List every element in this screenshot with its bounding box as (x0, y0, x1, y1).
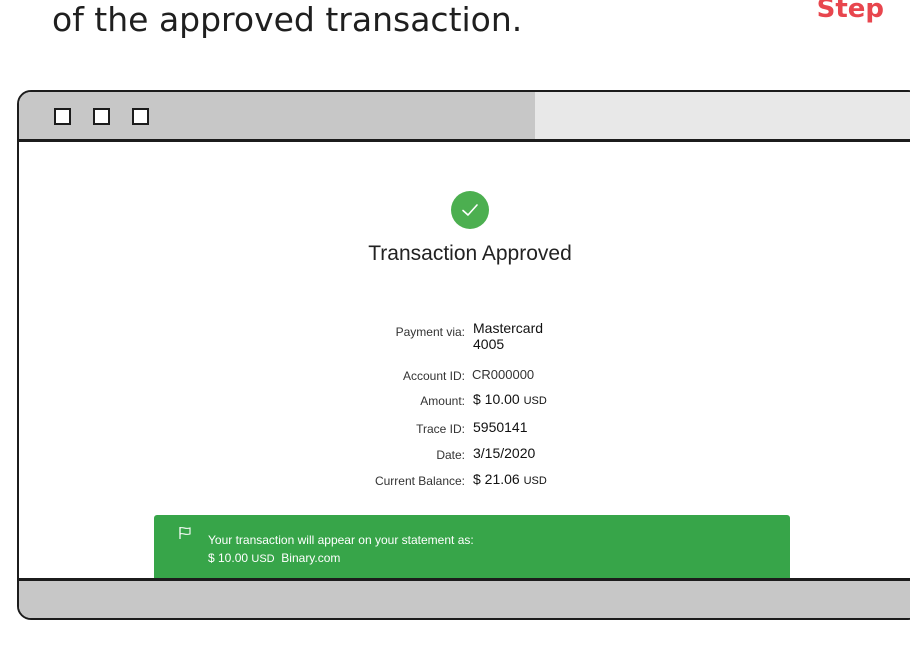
trace-id-value: 5950141 (473, 419, 528, 435)
notice-amount: $ 10.00 (208, 551, 249, 565)
payment-via-value: Mastercard (473, 320, 544, 336)
amount-number: $ 10.00 (473, 391, 520, 407)
balance-number: $ 21.06 (473, 471, 520, 487)
detail-row-account: Account ID: CR000000 (19, 366, 910, 388)
payment-via-label: Payment via: (395, 325, 465, 339)
trace-id-label: Trace ID: (416, 422, 465, 436)
account-id-label: Account ID: (402, 369, 465, 383)
detail-row-amount: Amount: $ 10.00 USD (19, 391, 910, 413)
window-footer (19, 578, 910, 618)
window-close-button[interactable] (132, 108, 149, 125)
notice-currency: USD (251, 553, 275, 565)
balance-label: Current Balance: (374, 474, 465, 488)
flag-icon (178, 526, 192, 545)
detail-row-payment: Payment via: Mastercard 4005 (19, 320, 910, 352)
payment-card-digits: 4005 (473, 336, 505, 352)
window-maximize-button[interactable] (93, 108, 110, 125)
detail-row-balance: Current Balance: $ 21.06 USD (19, 471, 910, 493)
notice-message: Your transaction will appear on your sta… (208, 533, 474, 547)
detail-row-trace: Trace ID: 5950141 (19, 419, 910, 441)
statement-notice: Your transaction will appear on your sta… (154, 515, 790, 584)
window-minimize-button[interactable] (54, 108, 71, 125)
check-circle-icon (451, 191, 489, 229)
page-title: Transaction Approved (368, 242, 572, 265)
amount-label: Amount: (420, 394, 465, 408)
browser-window: Transaction Approved Payment via: Master… (17, 90, 910, 620)
notice-merchant: Binary.com (281, 551, 341, 565)
receipt-panel: Transaction Approved Payment via: Master… (19, 142, 910, 584)
amount-value: $ 10.00 USD (473, 391, 547, 407)
tutorial-caption: of the approved transaction. (52, 0, 522, 48)
account-id-value: CR000000 (472, 367, 535, 382)
step-label: Step (816, 0, 884, 24)
detail-row-date: Date: 3/15/2020 (19, 445, 910, 467)
notice-descriptor: $ 10.00 USD Binary.com (208, 551, 340, 565)
date-label: Date: (436, 448, 465, 462)
amount-currency: USD (523, 395, 547, 407)
window-titlebar (19, 92, 910, 142)
balance-currency: USD (523, 475, 547, 487)
date-value: 3/15/2020 (473, 445, 536, 461)
balance-value: $ 21.06 USD (473, 471, 547, 487)
address-bar[interactable] (535, 92, 910, 139)
caption-text: of the approved transaction. (52, 0, 523, 39)
